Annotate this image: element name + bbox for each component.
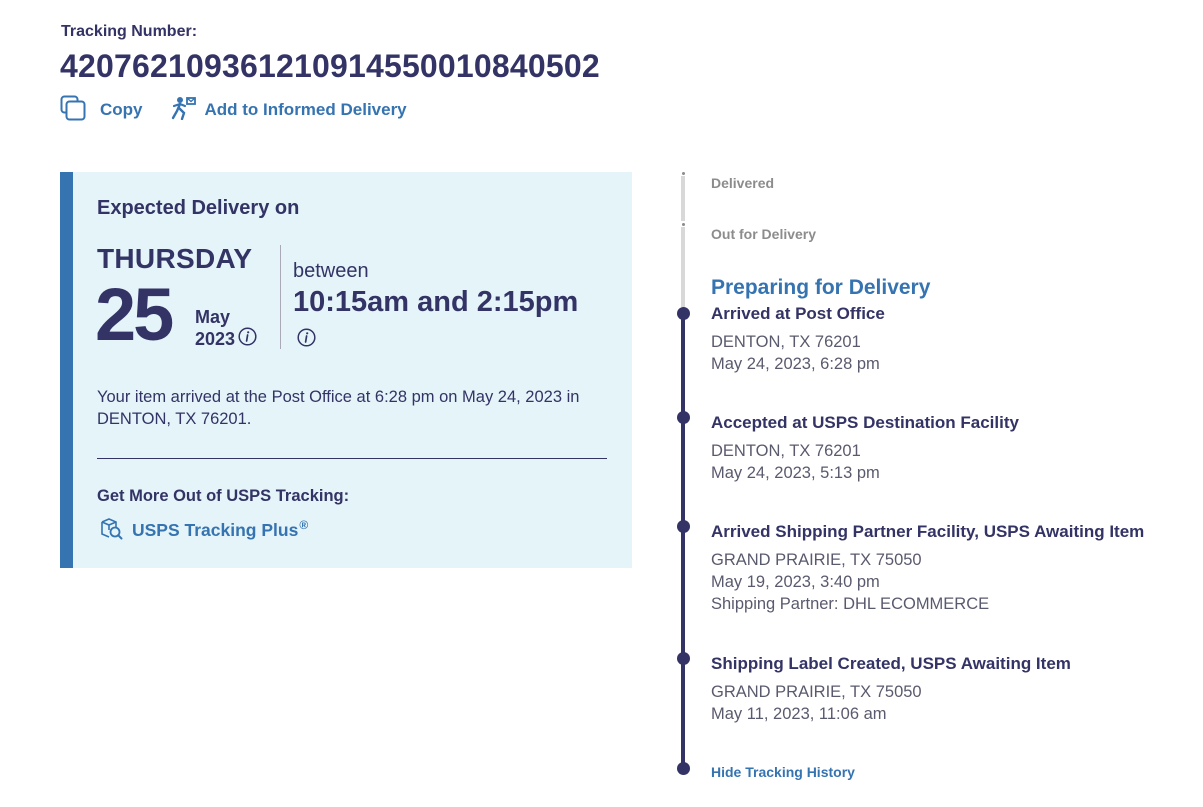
registered-mark: ® bbox=[299, 517, 309, 532]
tracking-number-label: Tracking Number: bbox=[61, 23, 198, 40]
timeline-marker-delivered bbox=[681, 172, 685, 175]
timeline-dot bbox=[677, 520, 690, 533]
window-info-icon[interactable] bbox=[297, 328, 316, 352]
status-delivered: Delivered bbox=[711, 175, 775, 191]
event-title: Arrived at Post Office bbox=[711, 304, 885, 323]
copy-button[interactable]: Copy bbox=[60, 95, 143, 126]
current-status: Preparing for Delivery bbox=[711, 276, 931, 299]
between-label: between bbox=[293, 260, 369, 282]
timeline-track-future-2 bbox=[681, 227, 685, 307]
event-time: May 24, 2023, 5:13 pm bbox=[711, 464, 880, 482]
tracking-event: Shipping Label Created, USPS Awaiting It… bbox=[711, 654, 1071, 725]
tracking-plus-label: USPS Tracking Plus bbox=[132, 520, 299, 540]
delivery-year-row: 2023 bbox=[195, 327, 257, 351]
add-to-informed-delivery-label: Add to Informed Delivery bbox=[204, 100, 407, 119]
mail-carrier-icon bbox=[171, 96, 197, 125]
event-location: DENTON, TX 76201 bbox=[711, 442, 861, 460]
timeline-dot bbox=[677, 762, 690, 775]
delivery-weekday: THURSDAY bbox=[97, 243, 253, 274]
event-location: DENTON, TX 76201 bbox=[711, 333, 861, 351]
tracking-event: Arrived at Post Office DENTON, TX 76201 … bbox=[711, 304, 885, 375]
card-divider bbox=[97, 458, 607, 459]
hide-tracking-history-link[interactable]: Hide Tracking History bbox=[711, 764, 855, 780]
expected-delivery-card: Expected Delivery on THURSDAY 25 May 202… bbox=[60, 172, 632, 568]
arrival-message: Your item arrived at the Post Office at … bbox=[97, 388, 580, 428]
delivery-year: 2023 bbox=[195, 328, 236, 349]
delivery-window: 10:15am and 2:15pm bbox=[293, 286, 579, 318]
copy-icon bbox=[60, 95, 86, 126]
event-location: GRAND PRAIRIE, TX 75050 bbox=[711, 683, 922, 701]
timeline-dot bbox=[677, 652, 690, 665]
event-time: May 11, 2023, 11:06 am bbox=[711, 705, 887, 723]
event-time: May 24, 2023, 6:28 pm bbox=[711, 355, 880, 373]
usps-tracking-plus-link[interactable]: USPS Tracking Plus ® bbox=[99, 516, 308, 545]
tracking-event: Accepted at USPS Destination Facility DE… bbox=[711, 413, 1019, 484]
timeline-track-past bbox=[681, 313, 685, 768]
event-location: GRAND PRAIRIE, TX 75050 bbox=[711, 551, 922, 569]
more-tracking-title: Get More Out of USPS Tracking: bbox=[97, 487, 350, 505]
event-title: Shipping Label Created, USPS Awaiting It… bbox=[711, 654, 1071, 673]
event-title: Accepted at USPS Destination Facility bbox=[711, 413, 1019, 432]
timeline-dot bbox=[677, 411, 690, 424]
timeline-track-future-1 bbox=[681, 176, 685, 221]
expected-delivery-title: Expected Delivery on bbox=[97, 197, 300, 219]
tracking-number: 420762109361210914550010840502 bbox=[60, 48, 600, 84]
tracking-plus-icon bbox=[99, 516, 123, 545]
timeline-marker-out-for-delivery bbox=[681, 223, 685, 226]
event-note: Shipping Partner: DHL ECOMMERCE bbox=[711, 595, 990, 613]
status-out-for-delivery: Out for Delivery bbox=[711, 226, 817, 242]
copy-label: Copy bbox=[100, 100, 143, 119]
timeline-dot bbox=[677, 307, 690, 320]
date-divider bbox=[280, 245, 281, 349]
tracking-actions: Copy Add to Informed Delivery bbox=[60, 95, 407, 126]
event-time: May 19, 2023, 3:40 pm bbox=[711, 573, 880, 591]
add-to-informed-delivery-button[interactable]: Add to Informed Delivery bbox=[171, 96, 407, 125]
delivery-month: May bbox=[195, 307, 231, 327]
delivery-day: 25 bbox=[95, 273, 174, 356]
tracking-event: Arrived Shipping Partner Facility, USPS … bbox=[711, 522, 1144, 615]
event-title: Arrived Shipping Partner Facility, USPS … bbox=[711, 522, 1145, 541]
info-icon[interactable] bbox=[238, 327, 257, 351]
